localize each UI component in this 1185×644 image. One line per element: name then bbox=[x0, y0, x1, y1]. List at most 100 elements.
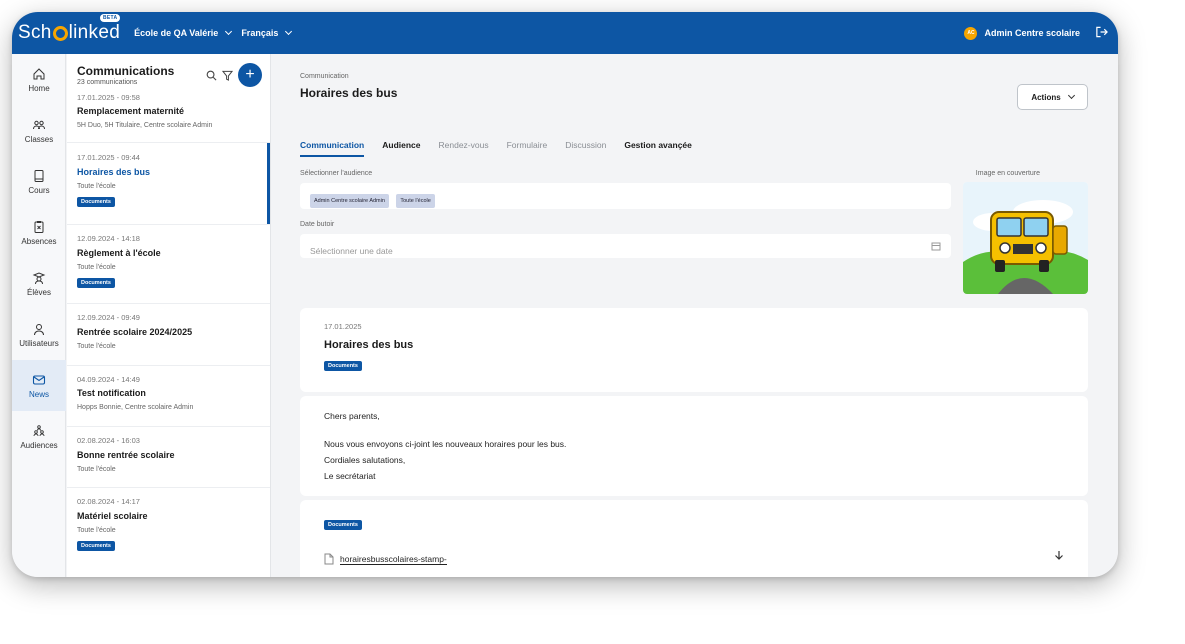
item-date: 02.08.2024 - 14:17 bbox=[77, 497, 140, 506]
logo-ring-icon bbox=[52, 25, 68, 41]
post-body-card: Chers parents, Nous vous envoyons ci-joi… bbox=[300, 396, 1088, 496]
chevron-down-icon bbox=[285, 27, 293, 36]
language-selector[interactable]: Français bbox=[241, 27, 293, 38]
item-title: Matériel scolaire bbox=[77, 511, 148, 521]
list-item[interactable]: 12.09.2024 - 14:18 Règlement à l'école T… bbox=[67, 225, 270, 304]
top-bar: Sch linked BETA École de QA Valérie Fran… bbox=[12, 12, 1118, 54]
item-title: Remplacement maternité bbox=[77, 106, 185, 116]
list-item[interactable]: 02.08.2024 - 16:03 Bonne rentrée scolair… bbox=[67, 427, 270, 488]
nav-label: Absences bbox=[21, 236, 57, 246]
nav-item-home[interactable]: Home bbox=[12, 54, 66, 105]
post-title: Horaires des bus bbox=[324, 339, 414, 351]
cover-image[interactable] bbox=[963, 182, 1088, 294]
tab-rendez-vous[interactable]: Rendez-vous bbox=[439, 140, 489, 157]
tab-gestion-avancee[interactable]: Gestion avançée bbox=[624, 140, 692, 157]
nav-label: Utilisateurs bbox=[19, 338, 59, 348]
audience-field[interactable]: Admin Centre scolaire Admin Toute l'écol… bbox=[300, 183, 951, 209]
documents-badge: Documents bbox=[77, 278, 115, 288]
nav-label: Audiences bbox=[20, 440, 58, 450]
documents-badge: Documents bbox=[324, 520, 362, 530]
logo-text-right: linked bbox=[68, 22, 121, 43]
list-header: Communications 23 communications + bbox=[67, 54, 270, 98]
mail-icon bbox=[32, 374, 46, 385]
item-date: 04.09.2024 - 14:49 bbox=[77, 375, 140, 384]
download-icon[interactable] bbox=[1054, 550, 1064, 561]
chevron-down-icon bbox=[225, 27, 233, 36]
deadline-field[interactable]: Sélectionner une date bbox=[300, 234, 951, 258]
page-title: Horaires des bus bbox=[300, 86, 398, 100]
audience-chip[interactable]: Toute l'école bbox=[396, 194, 435, 208]
tab-communication[interactable]: Communication bbox=[300, 140, 365, 157]
nav-item-utilisateurs[interactable]: Utilisateurs bbox=[12, 309, 66, 360]
detail-panel: Communication Horaires des bus Actions C… bbox=[272, 54, 1118, 577]
deadline-label: Date butoir bbox=[300, 221, 335, 228]
user-menu[interactable]: AC Admin Centre scolaire bbox=[964, 12, 1080, 54]
nav-item-audiences[interactable]: Audiences bbox=[12, 411, 66, 462]
add-communication-button[interactable]: + bbox=[238, 63, 262, 87]
tab-audience[interactable]: Audience bbox=[382, 140, 420, 157]
nav-item-cours[interactable]: Cours bbox=[12, 156, 66, 207]
list-item[interactable]: 12.09.2024 - 09:49 Rentrée scolaire 2024… bbox=[67, 304, 270, 366]
nav-item-news[interactable]: News bbox=[12, 360, 66, 411]
filter-icon[interactable] bbox=[222, 70, 233, 81]
tab-formulaire[interactable]: Formulaire bbox=[507, 140, 548, 157]
calendar-icon[interactable] bbox=[931, 241, 941, 251]
list-item[interactable]: 04.09.2024 - 14:49 Test notification Hop… bbox=[67, 366, 270, 427]
item-audience: Toute l'école bbox=[77, 466, 116, 473]
list-item[interactable]: 02.08.2024 - 14:17 Matériel scolaire Tou… bbox=[67, 488, 270, 570]
app-window: Sch linked BETA École de QA Valérie Fran… bbox=[12, 12, 1118, 577]
documents-badge: Documents bbox=[77, 541, 115, 551]
attachment-name[interactable]: horairesbusscolaires-stamp- bbox=[340, 554, 447, 565]
item-audience: Toute l'école bbox=[77, 183, 116, 190]
logout-icon[interactable] bbox=[1095, 25, 1108, 39]
nav-item-absences[interactable]: Absences bbox=[12, 207, 66, 258]
item-date: 17.01.2025 - 09:44 bbox=[77, 153, 140, 162]
chevron-down-icon bbox=[1067, 91, 1075, 100]
item-title: Règlement à l'école bbox=[77, 248, 161, 258]
post-date: 17.01.2025 bbox=[324, 322, 362, 331]
school-name: École de QA Valérie bbox=[134, 28, 219, 38]
school-selector[interactable]: École de QA Valérie bbox=[134, 27, 233, 38]
nav-item-classes[interactable]: Classes bbox=[12, 105, 66, 156]
audience-icon bbox=[33, 424, 45, 436]
item-title: Test notification bbox=[77, 388, 146, 398]
nav-item-eleves[interactable]: Élèves bbox=[12, 258, 66, 309]
post-line: Cordiales salutations, bbox=[324, 455, 406, 465]
item-title: Rentrée scolaire 2024/2025 bbox=[77, 327, 193, 337]
cover-label: Image en couverture bbox=[975, 170, 1040, 177]
attachment-row[interactable]: horairesbusscolaires-stamp- bbox=[324, 553, 1064, 565]
item-title: Bonne rentrée scolaire bbox=[77, 450, 175, 460]
item-date: 12.09.2024 - 14:18 bbox=[77, 234, 140, 243]
file-icon bbox=[324, 553, 334, 565]
nav-label: News bbox=[28, 389, 49, 399]
post-line: Nous vous envoyons ci-joint les nouveaux… bbox=[324, 439, 567, 449]
user-icon bbox=[34, 323, 44, 335]
deadline-placeholder: Sélectionner une date bbox=[310, 246, 393, 256]
logo-text-left: Sch bbox=[18, 22, 52, 43]
item-audience: Toute l'école bbox=[77, 264, 116, 271]
communications-list-panel: Communications 23 communications + 17.01… bbox=[67, 54, 271, 577]
book-icon bbox=[34, 169, 44, 182]
item-audience: Toute l'école bbox=[77, 343, 116, 350]
nav-label: Cours bbox=[28, 185, 50, 195]
tab-discussion[interactable]: Discussion bbox=[565, 140, 606, 157]
item-date: 12.09.2024 - 09:49 bbox=[77, 313, 140, 322]
list-item[interactable]: 17.01.2025 - 09:44 Horaires des bus Tout… bbox=[67, 143, 270, 225]
documents-badge: Documents bbox=[77, 197, 115, 207]
home-icon bbox=[33, 67, 45, 79]
item-audience: Hopps Bonnie, Centre scolaire Admin bbox=[77, 404, 194, 411]
breadcrumb[interactable]: Communication bbox=[300, 73, 349, 80]
item-date: 02.08.2024 - 16:03 bbox=[77, 436, 140, 445]
actions-label: Actions bbox=[1031, 92, 1061, 102]
list-item[interactable]: 17.01.2025 - 09:58 Remplacement maternit… bbox=[67, 93, 270, 143]
actions-button[interactable]: Actions bbox=[1017, 84, 1088, 110]
student-icon bbox=[32, 271, 46, 284]
avatar: AC bbox=[964, 26, 978, 40]
post-header-card: 17.01.2025 Horaires des bus Documents bbox=[300, 308, 1088, 392]
documents-card: Documents horairesbusscolaires-stamp- bbox=[300, 500, 1088, 577]
app-logo[interactable]: Sch linked BETA bbox=[18, 14, 121, 44]
item-audience: 5H Duo, 5H Titulaire, Centre scolaire Ad… bbox=[77, 122, 213, 129]
item-date: 17.01.2025 - 09:58 bbox=[77, 93, 140, 102]
search-icon[interactable] bbox=[206, 70, 217, 81]
audience-chip[interactable]: Admin Centre scolaire Admin bbox=[310, 194, 389, 208]
